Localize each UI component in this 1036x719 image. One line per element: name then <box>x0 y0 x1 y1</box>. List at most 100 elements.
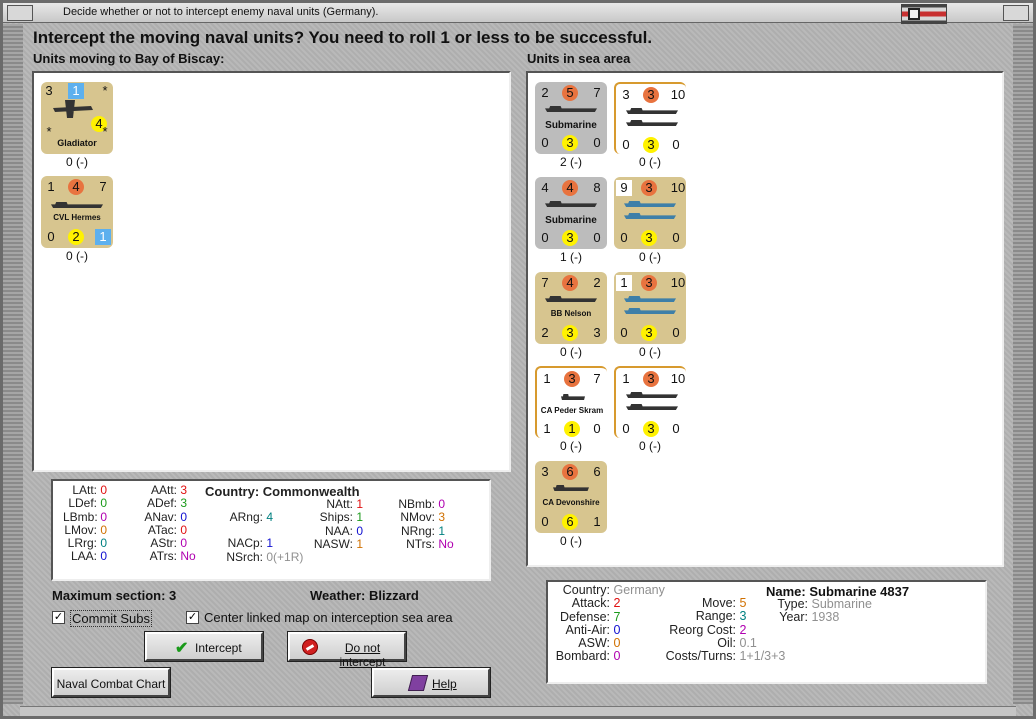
unit-name: Gladiator <box>57 138 97 148</box>
naval-combat-chart-button[interactable]: Naval Combat Chart <box>51 667 171 698</box>
commit-subs-label[interactable]: Commit Subs <box>70 610 153 627</box>
cruiser-icon <box>561 394 585 400</box>
unit-counter-bb-nelson[interactable]: 7 4 2 BB Nelson 2 3 3 <box>535 272 607 344</box>
unit-stat: 3 <box>643 87 659 103</box>
unit-stat: 10 <box>670 275 686 290</box>
unit-status: 0 (-) <box>560 534 582 548</box>
unit-counter-ca-peder-skram[interactable]: 1 3 7 CA Peder Skram 1 1 0 <box>535 366 607 438</box>
intercept-button[interactable]: ✔ Intercept <box>144 631 264 662</box>
unit-stat: 0 <box>672 325 680 340</box>
info-value: 7 <box>613 609 621 624</box>
help-label: Help <box>432 677 457 691</box>
unit-stat: 0 <box>541 135 549 150</box>
unit-stat: 4 <box>562 180 578 196</box>
stat-value: 0 <box>100 536 108 551</box>
unit-stat: 3 <box>641 180 657 196</box>
stat-value: 4 <box>266 510 274 524</box>
info-label: Anti-Air: <box>565 622 610 637</box>
misc-stats: ARng: 4 NACp: 1 NSrch: 0(+1R) <box>221 510 303 564</box>
unit-stat: 4 <box>562 275 578 291</box>
unit-name: BB Nelson <box>550 309 592 318</box>
unit-stat: 0 <box>672 137 680 152</box>
unit-stat: 2 <box>68 229 84 245</box>
unit-stat: 3 <box>564 371 580 387</box>
system-menu-button[interactable] <box>7 5 33 21</box>
info-value: 5 <box>739 596 747 610</box>
dialog-heading: Intercept the moving naval units? You ne… <box>33 28 653 47</box>
info-label: Year: <box>779 610 808 625</box>
close-button[interactable] <box>1003 5 1029 21</box>
stat-value: 0 <box>438 497 446 511</box>
unit-stat: 0 <box>593 421 601 436</box>
stat-label: LMov: <box>64 522 97 537</box>
stat-label: ANav: <box>144 509 177 524</box>
convoy-ship-icon <box>626 392 678 398</box>
unit-counter-convoy[interactable]: 1 3 10 0 3 0 <box>614 366 686 438</box>
unit-stat: 0 <box>47 229 55 244</box>
sea-area-units-panel[interactable]: 2 5 7 Submarine 0 3 0 2 (-) 3 3 10 0 3 0… <box>526 71 1004 567</box>
unit-stat: 7 <box>593 85 601 100</box>
maximum-section: Maximum section: 3 <box>52 588 177 603</box>
unit-stat: 0 <box>593 135 601 150</box>
naval-stats-a: NAtt: 1 Ships: 1 NAA: 0 NASW: 1 <box>309 497 364 551</box>
unit-stat: 1 <box>622 371 630 386</box>
stat-value: 1 <box>356 536 364 551</box>
unit-status: 0 (-) <box>66 155 88 169</box>
unit-counter-cvl-hermes[interactable]: 1 4 7 CVL Hermes 0 2 1 <box>41 176 113 248</box>
unit-counter-submarine[interactable]: 2 5 7 Submarine 0 3 0 <box>535 82 607 154</box>
unit-counter-gladiator[interactable]: 3 1 * * 4 * Gladiator <box>41 82 113 154</box>
stat-value: 1 <box>438 523 446 538</box>
submarine-icon <box>545 201 597 207</box>
unit-stat: 10 <box>670 180 686 195</box>
stat-label: AAtt: <box>150 483 177 497</box>
unit-stat: 3 <box>643 421 659 437</box>
unit-stat: 3 <box>641 325 657 341</box>
moving-units-panel[interactable]: 3 1 * * 4 * Gladiator 0 (-) 1 4 7 CVL He… <box>32 71 511 472</box>
unit-counter-convoy[interactable]: 3 3 10 0 3 0 <box>614 82 686 154</box>
convoy-ship-icon <box>624 296 676 302</box>
unit-stat: 3 <box>643 371 659 387</box>
unit-stat: 6 <box>593 464 601 479</box>
stat-label: Ships: <box>319 510 353 525</box>
unit-counter-ca-devonshire[interactable]: 3 6 6 CA Devonshire 0 6 1 <box>535 461 607 533</box>
germany-flag-icon <box>901 4 947 24</box>
convoy-ship-icon <box>626 404 678 410</box>
info-value: 0 <box>613 622 621 637</box>
stat-label: NACp: <box>227 536 263 551</box>
unit-stat: 3 <box>641 230 657 246</box>
info-label: Type: <box>777 597 808 611</box>
info-label: Oil: <box>717 635 736 650</box>
stat-label: LDef: <box>68 496 97 511</box>
stat-value: 0 <box>100 522 108 537</box>
unit-stat: 0 <box>622 421 630 436</box>
stat-label: LAA: <box>70 549 97 564</box>
center-map-label[interactable]: Center linked map on interception sea ar… <box>204 610 453 625</box>
center-map-checkbox[interactable]: ✓ <box>186 611 199 624</box>
stat-value: No <box>180 549 196 564</box>
stat-label: LRrg: <box>67 536 97 551</box>
unit-counter-convoy[interactable]: 1 3 10 0 3 0 <box>614 272 686 344</box>
help-button[interactable]: Help <box>371 667 491 698</box>
info-label: Country: <box>562 583 610 597</box>
info-label: ASW: <box>578 636 610 651</box>
naval-stats-b: NBmb: 0 NMov: 3 NRng: 1 NTrs: No <box>393 497 454 551</box>
unit-stat: 7 <box>99 179 107 194</box>
unit-counter-submarine[interactable]: 4 4 8 Submarine 0 3 0 <box>535 177 607 249</box>
stat-value: No <box>438 536 454 551</box>
info-value: Germany <box>613 583 665 597</box>
unit-counter-convoy[interactable]: 9 3 10 0 3 0 <box>614 177 686 249</box>
unit-stat: 3 <box>562 325 578 341</box>
stat-value: 1 <box>356 497 364 511</box>
stack-stats-panel: LAtt: 0 LDef: 0 LBmb: 0 LMov: 0 LRrg: 0 … <box>51 479 491 581</box>
stat-value: 1 <box>356 510 364 525</box>
window-title: Decide whether or not to intercept enemy… <box>63 6 379 18</box>
no-entry-icon <box>302 639 318 655</box>
stat-label: ARng: <box>229 510 263 524</box>
unit-status: 0 (-) <box>639 345 661 359</box>
commit-subs-checkbox[interactable]: ✓ <box>52 611 65 624</box>
do-not-intercept-button[interactable]: Do not intercept <box>287 631 407 669</box>
unit-info-right: Type: Submarine Year: 1938 <box>766 597 872 625</box>
stat-value: 0 <box>356 523 364 538</box>
unit-stat: 0 <box>672 421 680 436</box>
unit-name: CA Devonshire <box>542 498 600 507</box>
